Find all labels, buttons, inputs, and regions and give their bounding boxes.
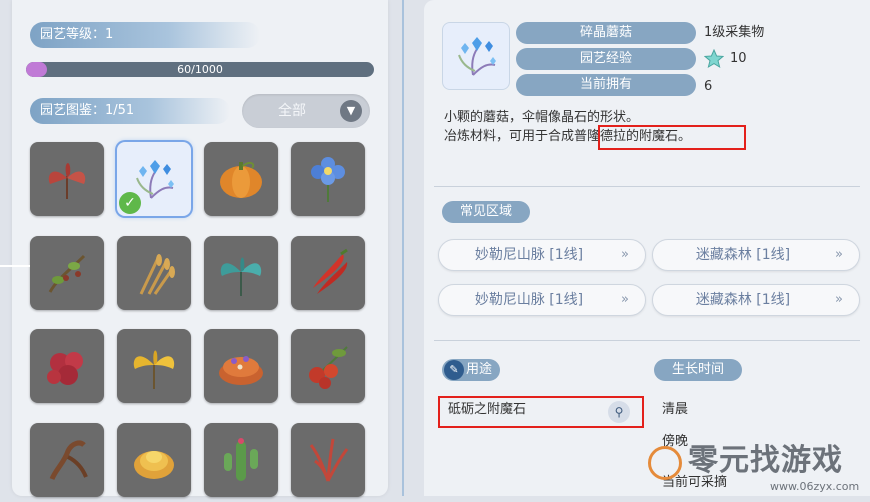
grid-cell[interactable] — [30, 235, 104, 310]
red-leaf-plant-icon — [48, 163, 86, 199]
wheat-icon — [139, 253, 175, 295]
root-plant-icon — [49, 440, 88, 480]
grid-cell[interactable] — [291, 142, 365, 216]
grid-cell[interactable] — [30, 422, 104, 497]
item-detail-panel: 碎晶蘑菇 1级采集物 园艺经验 10 当前拥有 6 小颗的蘑菇，伞帽像晶石的形状… — [424, 0, 870, 496]
red-chili-icon — [313, 248, 348, 294]
region-label: 妙勒尼山脉 [1线] — [474, 292, 584, 308]
item-grid: ✓ — [30, 142, 370, 502]
grid-cell[interactable] — [291, 235, 365, 310]
vine-berry-icon — [48, 254, 86, 293]
owned-value: 6 — [704, 79, 713, 94]
region-button[interactable]: 迷藏森林 [1线] » — [652, 284, 860, 316]
tomato-vine-icon — [309, 346, 348, 389]
region-label: 迷藏森林 [1线] — [695, 292, 791, 308]
item-grade: 1级采集物 — [704, 25, 765, 40]
grid-cell[interactable] — [30, 329, 104, 403]
region-button[interactable]: 迷藏森林 [1线] » — [652, 239, 860, 271]
garden-catalog-panel: 园艺等级：1 60/1000 园艺图鉴：1/51 全部 ▼ ✓ — [12, 0, 388, 497]
grid-cell[interactable] — [30, 142, 104, 216]
grid-cell[interactable] — [204, 142, 278, 216]
mushroom-cap-icon — [219, 356, 263, 385]
double-chevron-right-icon: » — [835, 247, 843, 262]
grid-cell[interactable] — [117, 235, 191, 310]
item-thumbnail — [442, 22, 510, 90]
watermark-url: www.06zyx.com — [770, 480, 860, 493]
growth-time-header: 生长时间 — [654, 359, 742, 381]
catalog-count-label: 园艺图鉴：1/51 — [30, 98, 230, 124]
panel-edge-line — [0, 265, 30, 267]
garden-level-label: 园艺等级：1 — [30, 22, 260, 48]
red-grass-icon — [309, 438, 349, 482]
xp-value: 10 — [730, 51, 747, 66]
region-label: 迷藏森林 [1线] — [695, 247, 791, 263]
double-chevron-right-icon: » — [835, 292, 843, 307]
region-button[interactable]: 妙勒尼山脉 [1线] » — [438, 284, 646, 316]
chevron-down-icon[interactable]: ▼ — [340, 100, 362, 122]
star-icon — [703, 48, 725, 69]
grid-cell[interactable] — [291, 329, 365, 403]
grid-cell[interactable] — [204, 329, 278, 403]
grid-cell[interactable] — [117, 329, 191, 403]
filter-dropdown[interactable]: 全部 ▼ — [242, 94, 370, 128]
xp-label: 园艺经验 — [516, 48, 696, 70]
watermark-logo-icon — [648, 446, 682, 480]
grid-cell[interactable] — [204, 422, 278, 497]
yellow-leaf-plant-icon — [133, 350, 175, 389]
grid-cell-selected[interactable]: ✓ — [117, 142, 191, 216]
highlight-box — [598, 125, 746, 150]
grid-cell[interactable] — [204, 235, 278, 310]
panel-divider — [402, 0, 404, 496]
crystal-mushroom-icon — [458, 37, 496, 76]
grid-cell[interactable] — [291, 422, 365, 497]
teal-leaf-plant-icon — [220, 256, 262, 296]
region-label: 妙勒尼山脉 [1线] — [474, 247, 584, 263]
double-chevron-right-icon: » — [621, 247, 629, 262]
owned-label: 当前拥有 — [516, 74, 696, 96]
raspberry-icon — [47, 352, 83, 385]
owned-check-icon: ✓ — [119, 192, 141, 214]
garden-xp-progress-bar: 60/1000 — [26, 62, 374, 77]
grid-cell[interactable] — [117, 422, 191, 497]
growth-time: 清晨 — [662, 402, 689, 417]
succulent-icon — [134, 450, 174, 479]
use-highlight-box — [438, 396, 644, 428]
wrench-icon: ✎ — [444, 360, 464, 380]
blue-flower-icon — [311, 157, 345, 202]
cactus-icon — [224, 437, 258, 481]
divider-line — [434, 340, 860, 341]
double-chevron-right-icon: » — [621, 292, 629, 307]
pumpkin-icon — [220, 161, 262, 198]
filter-label: 全部 — [278, 103, 306, 119]
region-button[interactable]: 妙勒尼山脉 [1线] » — [438, 239, 646, 271]
divider-line — [434, 186, 860, 187]
item-name: 碎晶蘑菇 — [516, 22, 696, 44]
watermark-text: 零元找游戏 — [688, 443, 843, 478]
progress-text: 60/1000 — [177, 63, 223, 76]
regions-header: 常见区域 — [442, 201, 530, 223]
